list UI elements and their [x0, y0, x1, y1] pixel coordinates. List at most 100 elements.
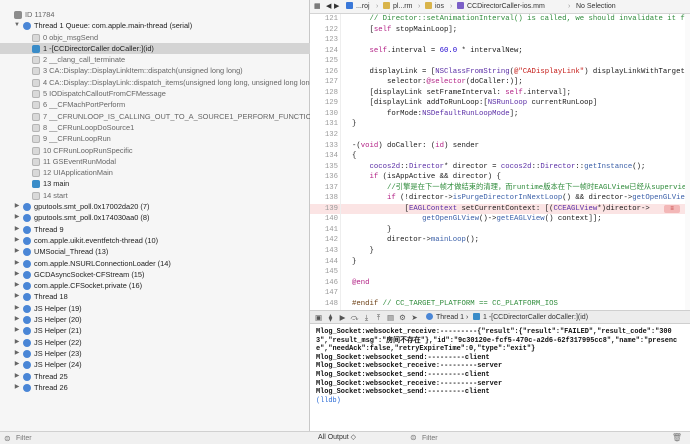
thread-row[interactable]: ▶ JS Helper (22)	[0, 337, 310, 348]
code-line[interactable]: 148 #endif // CC_TARGET_PLATFORM == CC_PL…	[310, 298, 690, 310]
thread-row[interactable]: ▶ Thread 9	[0, 224, 310, 235]
thread-row[interactable]: ▶ GCDAsyncSocket-CFStream (15)	[0, 269, 310, 280]
code-line[interactable]: 142 director->mainLoop();	[310, 235, 690, 247]
stack-frame-row[interactable]: 1 -[CCDirectorCaller doCaller:](id)	[0, 42, 310, 55]
thread-row[interactable]: ▶ gputools.smt_poll.0x17002da20 (7)	[0, 201, 310, 212]
code-line[interactable]: 124 self.interval = 60.0 * intervalNew;	[310, 45, 690, 57]
disclosure-closed-icon[interactable]: ▶	[13, 246, 21, 257]
stack-frame-row[interactable]: 7 __CFRUNLOOP_IS_CALLING_OUT_TO_A_SOURCE…	[0, 111, 310, 122]
code-line[interactable]: 125	[310, 56, 690, 67]
disclosure-closed-icon[interactable]: ▶	[13, 258, 21, 269]
lldb-prompt[interactable]: (lldb)	[316, 397, 684, 406]
disclosure-closed-icon[interactable]: ▶	[13, 303, 21, 314]
disclosure-closed-icon[interactable]: ▶	[13, 291, 21, 302]
breakpoints-toggle-icon[interactable]: ⧫	[326, 313, 335, 322]
jump-bar-item-platform[interactable]: pl...rm	[393, 0, 412, 13]
line-number[interactable]: 121	[310, 14, 338, 25]
code-line[interactable]: 137 //引擎是在下一帧才做结束的清理，而runtime版本在下一帧时EAGL…	[310, 182, 690, 194]
code-line[interactable]: 136 if (isAppActive && director) {	[310, 172, 690, 183]
output-selector[interactable]: All Output ◇	[318, 432, 356, 444]
stack-frame-row[interactable]: 10 CFRunLoopRunSpecific	[0, 145, 310, 156]
console-filter-input[interactable]	[422, 434, 622, 443]
code-line[interactable]: 132	[310, 130, 690, 141]
line-number[interactable]: 134	[310, 151, 338, 162]
disclosure-closed-icon[interactable]: ▶	[13, 235, 21, 246]
debug-crumb-frame[interactable]: 1 -[CCDirectorCaller doCaller:](id)	[483, 311, 588, 323]
disclosure-closed-icon[interactable]: ▶	[13, 224, 21, 235]
code-line[interactable]: 123	[310, 35, 690, 46]
thread-row[interactable]: ▶ Thread 18	[0, 291, 310, 302]
line-number[interactable]: 122	[310, 25, 338, 36]
code-line[interactable]: 128 [displayLink setFrameInterval: self.…	[310, 87, 690, 99]
back-button[interactable]: ◀	[326, 0, 331, 13]
stack-frame-row[interactable]: 11 GSEventRunModal	[0, 156, 310, 167]
line-number[interactable]: 145	[310, 267, 338, 278]
thread-row[interactable]: ID 11784	[0, 9, 310, 20]
line-number[interactable]: 126	[310, 67, 338, 78]
thread-row[interactable]: ▶ Thread 26	[0, 382, 310, 393]
thread-row[interactable]: ▶ UMSocial_Thread (13)	[0, 246, 310, 257]
console-output[interactable]: Mlog_Socket:websocket_receive:---------{…	[310, 324, 690, 431]
stack-frame-row[interactable]: 4 CA::Display::DisplayLink::dispatch_ite…	[0, 77, 310, 88]
line-number[interactable]: 133	[310, 141, 338, 152]
line-number[interactable]: 127	[310, 77, 338, 88]
disclosure-closed-icon[interactable]: ▶	[13, 337, 21, 348]
stack-frame-row[interactable]: 8 __CFRunLoopDoSource1	[0, 122, 310, 133]
code-line[interactable]: 139 [EAGLContext setCurrentContext: [(CC…	[310, 203, 690, 215]
jump-bar-item-project[interactable]: ...roj	[356, 0, 370, 13]
code-line[interactable]: 144}	[310, 256, 690, 268]
memory-graph-icon[interactable]: ⚙	[398, 313, 407, 322]
code-line[interactable]: 140 getOpenGLView()->getEAGLView() conte…	[310, 214, 690, 225]
stack-frame-row[interactable]: 2 __clang_call_terminate	[0, 54, 310, 65]
stack-frame-row[interactable]: 9 __CFRunLoopRun	[0, 133, 310, 144]
thread-row[interactable]: ▶ gputools.smt_poll.0x174030aa0 (8)	[0, 212, 310, 223]
step-out-icon[interactable]: ⤒	[374, 313, 383, 322]
grid-icon[interactable]: ▦	[314, 0, 321, 13]
location-icon[interactable]: ➤	[410, 313, 419, 322]
stack-frame-row[interactable]: 0 objc_msgSend	[0, 32, 310, 43]
code-line[interactable]: 133 -(void) doCaller: (id) sender	[310, 140, 690, 152]
code-line[interactable]: 135 cocos2d::Director* director = cocos2…	[310, 161, 690, 173]
line-number[interactable]: 135	[310, 162, 338, 173]
thread-row[interactable]: ▶ com.apple.CFSocket.private (16)	[0, 280, 310, 291]
code-area[interactable]: 121 // Director::setAnimationInterval() …	[310, 14, 690, 318]
line-number[interactable]: 128	[310, 88, 338, 99]
code-line[interactable]: 126 displayLink = [NSClassFromString(@"C…	[310, 66, 690, 78]
line-number[interactable]: 137	[310, 183, 338, 194]
stack-frame-row[interactable]: 13 main	[0, 178, 310, 189]
code-line[interactable]: 134 {	[310, 151, 690, 162]
continue-icon[interactable]: ▶	[338, 313, 347, 322]
thread-row[interactable]: ▶ Thread 25	[0, 371, 310, 382]
stack-frame-row[interactable]: 12 UIApplicationMain	[0, 167, 310, 178]
line-number[interactable]: 123	[310, 35, 338, 46]
jump-bar-item-selection[interactable]: No Selection	[576, 0, 616, 13]
thread-row[interactable]: ▶ JS Helper (24)	[0, 359, 310, 370]
line-number[interactable]: 136	[310, 172, 338, 183]
navigator-filter-input[interactable]	[16, 434, 216, 443]
disclosure-closed-icon[interactable]: ▶	[13, 314, 21, 325]
disclosure-closed-icon[interactable]: ▶	[13, 382, 21, 393]
disclosure-closed-icon[interactable]: ▶	[13, 325, 21, 336]
line-number[interactable]: 148	[310, 299, 338, 310]
code-line[interactable]: 141 }	[310, 224, 690, 236]
thread-row[interactable]: ▶ JS Helper (20)	[0, 314, 310, 325]
debug-crumb-thread[interactable]: Thread 1	[436, 311, 464, 323]
issue-badge-icon[interactable]: ≡	[664, 204, 680, 213]
step-in-icon[interactable]: ⤓	[362, 313, 371, 322]
view-hierarchy-icon[interactable]: ▤	[386, 313, 395, 322]
thread-row[interactable]: ▶ JS Helper (19)	[0, 303, 310, 314]
line-number[interactable]: 129	[310, 98, 338, 109]
stack-frame-row[interactable]: 5 IODispatchCalloutFromCFMessage	[0, 88, 310, 99]
line-number[interactable]: 146	[310, 278, 338, 289]
disclosure-closed-icon[interactable]: ▶	[13, 212, 21, 223]
code-line[interactable]: 143 }	[310, 246, 690, 257]
jump-bar-item-file[interactable]: CCDirectorCaller-ios.mm	[467, 0, 545, 13]
disclosure-closed-icon[interactable]: ▶	[13, 269, 21, 280]
thread-row[interactable]: ▶ JS Helper (21)	[0, 325, 310, 336]
line-number[interactable]: 140	[310, 214, 338, 225]
code-line[interactable]: 122 [self stopMainLoop];	[310, 24, 690, 36]
line-number[interactable]: 124	[310, 46, 338, 57]
disclosure-closed-icon[interactable]: ▶	[13, 359, 21, 370]
jump-bar-item-ios[interactable]: ios	[435, 0, 444, 13]
line-number[interactable]: 141	[310, 225, 338, 236]
